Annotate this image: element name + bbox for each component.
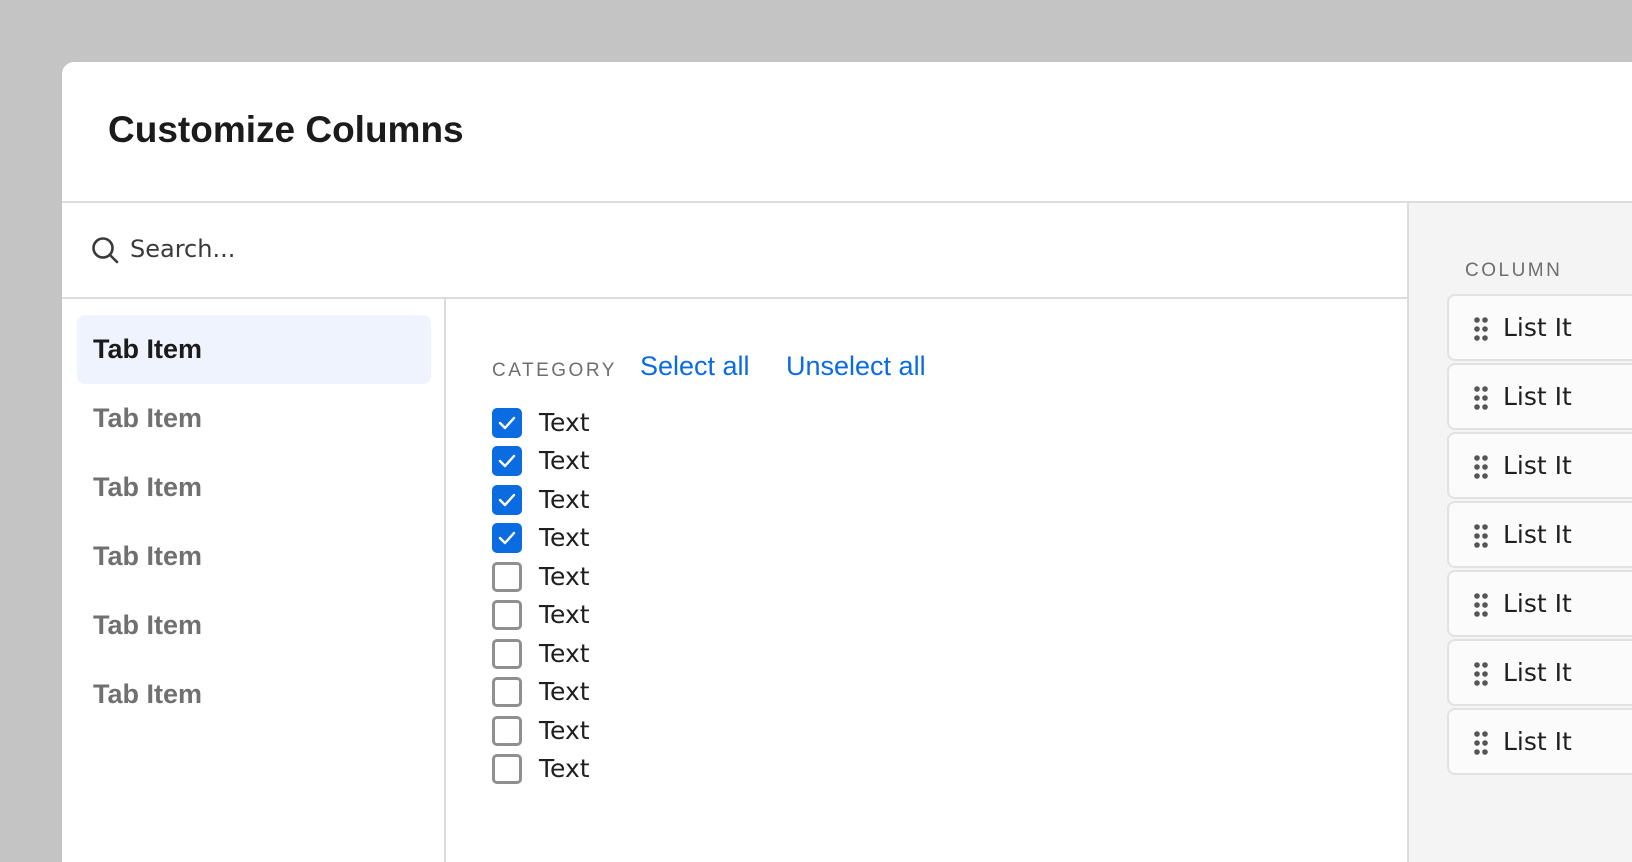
unselect-all-link[interactable]: Unselect all [786, 349, 926, 383]
drag-handle-icon[interactable] [1473, 454, 1489, 480]
dialog-header: Customize Columns [62, 62, 1632, 203]
column-list-label: List It [1503, 658, 1572, 687]
checkbox[interactable] [492, 600, 522, 630]
tab-item-2[interactable]: Tab Item [77, 384, 431, 453]
column-list-label: List It [1503, 382, 1572, 411]
checkbox[interactable] [492, 562, 522, 592]
column-list-item[interactable]: List It [1447, 708, 1632, 775]
selected-columns-pane: COLUMN List It List It List It List It L… [1407, 203, 1632, 862]
column-list-label: List It [1503, 727, 1572, 756]
checkbox[interactable] [492, 677, 522, 707]
drag-handle-icon[interactable] [1473, 661, 1489, 687]
check-icon [498, 493, 516, 507]
checkbox-row: Text [492, 636, 792, 672]
checkbox-row: Text [492, 482, 792, 518]
drag-handle-icon[interactable] [1473, 316, 1489, 342]
checkbox-label: Text [539, 600, 590, 629]
select-all-link[interactable]: Select all [640, 349, 750, 383]
checkbox-row: Text [492, 751, 792, 787]
drag-handle-icon[interactable] [1473, 592, 1489, 618]
search-input[interactable] [130, 229, 730, 269]
tab-item-6[interactable]: Tab Item [77, 660, 431, 729]
tab-label: Tab Item [93, 403, 203, 433]
checkbox[interactable] [492, 446, 522, 476]
checkbox-label: Text [539, 716, 590, 745]
tab-item-3[interactable]: Tab Item [77, 453, 431, 522]
checkbox-label: Text [539, 523, 590, 552]
checkbox[interactable] [492, 754, 522, 784]
checkbox-label: Text [539, 562, 590, 591]
tab-label: Tab Item [93, 334, 203, 364]
search-icon [92, 237, 119, 264]
checkbox-label: Text [539, 754, 590, 783]
tab-item-4[interactable]: Tab Item [77, 522, 431, 591]
checkbox[interactable] [492, 408, 522, 438]
tab-item-5[interactable]: Tab Item [77, 591, 431, 660]
tab-label: Tab Item [93, 541, 203, 571]
column-list-label: List It [1503, 313, 1572, 342]
checkbox[interactable] [492, 485, 522, 515]
checkbox-row: Text [492, 559, 792, 595]
columns-label: COLUMN [1465, 260, 1563, 281]
column-list-item[interactable]: List It [1447, 432, 1632, 499]
checkbox-row: Text [492, 405, 792, 441]
checkbox-row: Text [492, 597, 792, 633]
search-bar [62, 203, 1407, 299]
drag-handle-icon[interactable] [1473, 385, 1489, 411]
check-icon [498, 531, 516, 545]
checkbox[interactable] [492, 639, 522, 669]
column-list-item[interactable]: List It [1447, 294, 1632, 361]
column-list-label: List It [1503, 589, 1572, 618]
drag-handle-icon[interactable] [1473, 523, 1489, 549]
dialog-title: Customize Columns [108, 109, 464, 150]
category-section: CATEGORY Select all Unselect all Text Te… [492, 299, 1407, 862]
check-icon [498, 454, 516, 468]
tab-list: Tab Item Tab Item Tab Item Tab Item Tab … [62, 299, 446, 862]
checkbox[interactable] [492, 523, 522, 553]
checkbox-label: Text [539, 677, 590, 706]
category-label: CATEGORY [492, 360, 617, 381]
tab-label: Tab Item [93, 472, 203, 502]
checkbox-label: Text [539, 485, 590, 514]
column-list-label: List It [1503, 451, 1572, 480]
check-icon [498, 416, 516, 430]
checkbox-row: Text [492, 520, 792, 556]
checkbox-row: Text [492, 674, 792, 710]
checkbox-label: Text [539, 446, 590, 475]
column-list-item[interactable]: List It [1447, 501, 1632, 568]
column-list-item[interactable]: List It [1447, 363, 1632, 430]
customize-columns-dialog: Customize Columns Tab Item Tab Item Tab … [62, 62, 1632, 862]
checkbox-row: Text [492, 713, 792, 749]
tab-item-1[interactable]: Tab Item [77, 315, 431, 384]
drag-handle-icon[interactable] [1473, 730, 1489, 756]
column-list-item[interactable]: List It [1447, 639, 1632, 706]
checkbox[interactable] [492, 716, 522, 746]
column-list-item[interactable]: List It [1447, 570, 1632, 637]
tab-label: Tab Item [93, 679, 203, 709]
column-list-label: List It [1503, 520, 1572, 549]
checkbox-row: Text [492, 443, 792, 479]
checkbox-label: Text [539, 639, 590, 668]
tab-label: Tab Item [93, 610, 203, 640]
left-pane: Tab Item Tab Item Tab Item Tab Item Tab … [62, 203, 1407, 862]
checkbox-label: Text [539, 408, 590, 437]
